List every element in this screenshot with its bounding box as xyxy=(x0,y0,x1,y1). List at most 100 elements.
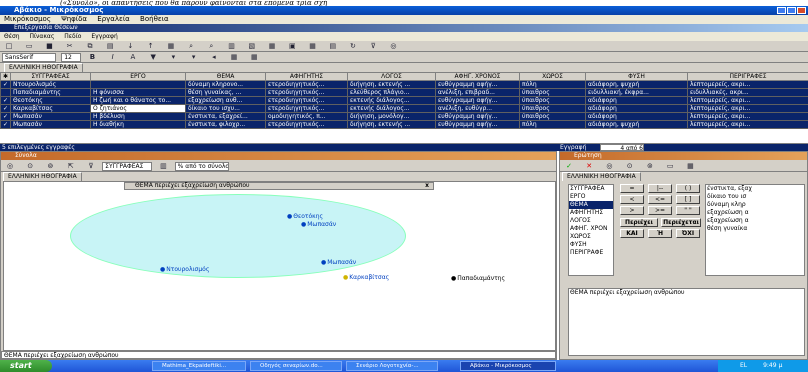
select-all-cell[interactable]: ✱ xyxy=(0,72,11,81)
close-set-icon[interactable]: x xyxy=(425,183,429,189)
table-cell[interactable]: ύπαιθρος xyxy=(519,112,586,121)
operator-button[interactable]: = xyxy=(620,184,644,193)
non-member[interactable]: Παπαδιαμάντης xyxy=(451,275,505,282)
column-header[interactable]: ΕΡΓΟ xyxy=(90,72,186,81)
abc-icon[interactable]: ▭ xyxy=(664,162,676,171)
line-icon[interactable]: ◂ xyxy=(208,53,220,62)
table-cell[interactable]: αδιάφορη, ψυχρή xyxy=(585,120,688,129)
set-intersect-icon[interactable]: ⊚ xyxy=(644,162,656,171)
language-indicator[interactable]: EL xyxy=(740,362,747,369)
column-header[interactable]: ΛΟΓΟΣ xyxy=(347,72,436,81)
contains-button[interactable]: Περιέχει xyxy=(620,218,658,227)
table-row[interactable]: ✓ Θεοτόκης Η ζωή και ο θάνατος το... εξα… xyxy=(0,96,808,105)
column-header[interactable]: ΘΕΜΑ xyxy=(185,72,266,81)
expression-box[interactable]: ΘΕΜΑ περιέχει εξαχρείωση ανθρώπου xyxy=(568,288,805,356)
list-item[interactable]: θέση γυναίκα xyxy=(706,225,804,233)
check-icon[interactable]: ✓ xyxy=(0,112,11,121)
intersect-icon[interactable]: ⊚ xyxy=(44,162,56,171)
set-union-icon[interactable]: ⊙ xyxy=(624,162,636,171)
table-cell[interactable]: ελεύθερος πλάγιο... xyxy=(347,88,436,97)
table-cell[interactable]: ειδυλλιακή, έκφρα... xyxy=(585,88,688,97)
column-header[interactable]: ΦΥΣΗ xyxy=(585,72,688,81)
table-cell[interactable]: διήγηση, εκτενής ... xyxy=(347,80,436,89)
table-cell[interactable]: Θεοτόκης xyxy=(10,96,91,105)
list-item-selected[interactable]: ΘΕΜΑ xyxy=(569,201,613,209)
bold-icon[interactable]: B xyxy=(86,53,98,62)
maximize-icon[interactable] xyxy=(787,7,796,14)
insert-table-icon[interactable]: ▦ xyxy=(228,53,240,62)
size-select[interactable]: 12 xyxy=(61,52,82,62)
refresh-icon[interactable]: ↻ xyxy=(347,42,359,51)
table-cell[interactable]: ύπαιθρος xyxy=(519,88,586,97)
table-icon[interactable]: ▦ xyxy=(684,162,696,171)
row-indicator[interactable] xyxy=(0,88,11,97)
table-icon[interactable]: ▦ xyxy=(266,42,278,51)
check-icon[interactable]: ✓ xyxy=(0,104,11,113)
table-cell[interactable]: Μωπασάν xyxy=(10,120,91,129)
table-cell[interactable]: λεπτομερείς, ακρι... xyxy=(687,104,808,113)
view-icon[interactable]: ▦ xyxy=(165,42,177,51)
and-button[interactable]: ΚΑΙ xyxy=(620,229,644,238)
list-item[interactable]: εξαχρείωση α xyxy=(706,217,804,225)
column-header[interactable]: ΠΕΡΙΓΡΑΦΕΣ xyxy=(687,72,808,81)
table-cell[interactable]: ετεροδιηγητικός... xyxy=(265,104,348,113)
highlight-icon[interactable]: ▼ xyxy=(147,53,159,62)
taskbar-item[interactable]: Mathima_Ekpaideftiki... xyxy=(152,361,246,371)
close-icon[interactable] xyxy=(797,7,806,14)
check-icon[interactable]: ✓ xyxy=(0,80,11,89)
menu-item-help[interactable]: Βοήθεια xyxy=(140,15,169,23)
sets-canvas[interactable]: ΘΕΜΑ περιέχει εξαχρείωση ανθρώπου x Θεοτ… xyxy=(3,181,556,351)
set-member[interactable]: Θεοτόκης xyxy=(287,213,323,220)
table-row[interactable]: ✓ Μωπασάν Η βδέλυση ένστικτα, εξαχρεί...… xyxy=(0,112,808,121)
menu-item-tables[interactable]: Πίνακας xyxy=(30,33,55,40)
table-cell[interactable]: εξαχρείωση ανθ... xyxy=(185,96,266,105)
table-cell[interactable]: Καρκαβίτσας xyxy=(10,104,91,113)
sort-ascending-icon[interactable]: ↓ xyxy=(124,42,136,51)
table-cell[interactable]: ευθύγραμμη αφήγ... xyxy=(435,112,520,121)
cut-icon[interactable]: ✂ xyxy=(64,42,76,51)
table-cell[interactable]: εκτενής διάλογος... xyxy=(347,104,436,113)
sort-descending-icon[interactable]: ↑ xyxy=(145,42,157,51)
set-member[interactable]: Ντουρολισμός xyxy=(160,266,209,273)
table-cell[interactable]: Η βδέλυση xyxy=(90,112,186,121)
check-icon[interactable]: ✓ xyxy=(0,120,11,129)
percent-select[interactable]: % από το σύνολο xyxy=(174,161,229,171)
taskbar-item[interactable]: Σενάριο Λογοτεχνία-... xyxy=(346,361,438,371)
set-label-bar[interactable]: ΘΕΜΑ περιέχει εξαχρείωση ανθρώπου x xyxy=(124,182,434,190)
table-cell[interactable]: πόλη xyxy=(519,120,586,129)
table-cell[interactable]: διήγηση, μονόλογ... xyxy=(347,112,436,121)
chart-icon[interactable]: ▥ xyxy=(226,42,238,51)
list-item[interactable]: ένστικτα, εξαχ xyxy=(706,185,804,193)
operator-button[interactable]: ( ) xyxy=(676,184,700,193)
table-cell[interactable]: αδιάφορη xyxy=(585,104,688,113)
set-member[interactable]: Μωπασάν xyxy=(301,221,336,228)
table-cell[interactable]: ετεροδιηγητικός... xyxy=(265,88,348,97)
chart-icon[interactable]: ▥ xyxy=(157,162,169,171)
cancel-x-icon[interactable]: ✕ xyxy=(583,162,595,171)
font-color-icon[interactable]: A xyxy=(127,53,139,62)
operator-button[interactable]: " " xyxy=(676,206,700,215)
table-cell[interactable]: λεπτομερείς, ακρι... xyxy=(687,112,808,121)
table-cell[interactable]: ύπαιθρος xyxy=(519,96,586,105)
filter-icon[interactable]: ⊽ xyxy=(367,42,379,51)
menu-item-field[interactable]: Πεδίο xyxy=(64,33,81,40)
table-cell[interactable]: ευθύγραμμη αφήγ... xyxy=(435,80,520,89)
table-cell[interactable]: ομοδιηγητικός, π... xyxy=(265,112,348,121)
table-cell-focused[interactable]: Ο ζητιάνος xyxy=(90,104,186,113)
sets-title-bar[interactable]: Σύνολα xyxy=(1,152,556,160)
font-select[interactable]: SansSerif xyxy=(2,52,56,62)
field-select[interactable]: ΣΥΓΓΡΑΦΕΑΣ xyxy=(102,161,153,171)
column-header[interactable]: ΣΥΓΓΡΑΦΕΑΣ xyxy=(10,72,91,81)
table-cell[interactable]: αδιάφορη xyxy=(585,112,688,121)
minimize-icon[interactable] xyxy=(777,7,786,14)
list-item[interactable]: ΠΕΡΙΓΡΑΦΕ xyxy=(569,249,613,257)
table-cell[interactable]: δίκαιο του ισχυ... xyxy=(185,104,266,113)
contained-in-button[interactable]: Περιέχεται xyxy=(661,218,701,227)
list-icon[interactable]: ▤ xyxy=(327,42,339,51)
taskbar-item-active[interactable]: Αβάκιο - Μικρόκοσμος xyxy=(460,361,556,371)
table-cell[interactable]: λεπτομερείς, ακρι... xyxy=(687,80,808,89)
set-icon[interactable]: ◎ xyxy=(603,162,615,171)
column-header[interactable]: ΑΦΗΓΗΤΗΣ xyxy=(265,72,348,81)
menu-item-record[interactable]: Εγγραφή xyxy=(91,33,117,40)
cursor-icon[interactable]: ⇱ xyxy=(65,162,77,171)
